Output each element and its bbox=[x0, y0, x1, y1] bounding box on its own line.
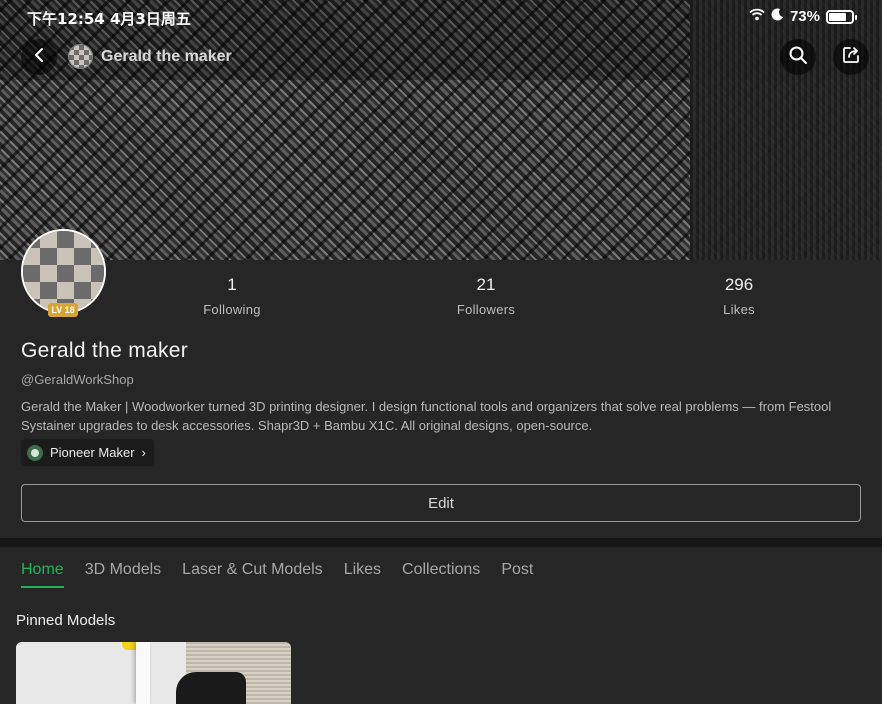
back-button[interactable] bbox=[21, 39, 57, 75]
share-icon bbox=[842, 46, 860, 69]
badge-icon bbox=[27, 444, 43, 461]
profile-banner bbox=[0, 0, 882, 260]
share-button[interactable] bbox=[833, 39, 869, 75]
profile-bio: Gerald the Maker | Woodworker turned 3D … bbox=[21, 399, 832, 433]
level-badge: LV 18 bbox=[48, 303, 78, 317]
nav-title: Gerald the maker bbox=[68, 44, 232, 69]
section-divider bbox=[0, 538, 882, 547]
moon-icon bbox=[771, 8, 784, 25]
wifi-icon bbox=[749, 8, 765, 25]
nav-title-text: Gerald the maker bbox=[101, 47, 232, 65]
profile-handle: @GeraldWorkShop bbox=[21, 372, 134, 387]
nav-avatar bbox=[68, 44, 93, 69]
tab-home[interactable]: Home bbox=[21, 561, 64, 588]
tab-likes[interactable]: Likes bbox=[344, 561, 381, 588]
tab-post[interactable]: Post bbox=[501, 561, 533, 588]
profile-name: Gerald the maker bbox=[21, 339, 189, 362]
edit-profile-button[interactable]: Edit bbox=[21, 484, 861, 522]
stat-label: Followers bbox=[456, 302, 516, 317]
search-button[interactable] bbox=[780, 39, 816, 75]
tab-3d-models[interactable]: 3D Models bbox=[85, 561, 161, 588]
status-time: 下午12:54 4月3日周五 bbox=[27, 10, 191, 28]
pinned-models-title: Pinned Models bbox=[16, 612, 116, 629]
stat-label: Likes bbox=[723, 302, 755, 317]
chevron-left-icon bbox=[33, 47, 45, 68]
pioneer-maker-badge[interactable]: Pioneer Maker › bbox=[21, 439, 154, 466]
stat-value: 1 bbox=[227, 275, 237, 294]
search-icon bbox=[788, 45, 808, 70]
stat-following[interactable]: 1 Following bbox=[172, 275, 292, 317]
badge-label: Pioneer Maker bbox=[50, 445, 135, 460]
stat-followers[interactable]: 21 Followers bbox=[426, 275, 546, 317]
avatar[interactable] bbox=[21, 229, 106, 314]
stat-label: Following bbox=[203, 302, 261, 317]
stat-likes[interactable]: 296 Likes bbox=[679, 275, 799, 317]
status-indicators: 73% bbox=[749, 8, 857, 25]
tab-collections[interactable]: Collections bbox=[402, 561, 480, 588]
tab-laser-cut-models[interactable]: Laser & Cut Models bbox=[182, 561, 323, 588]
battery-percent: 73% bbox=[789, 8, 820, 25]
battery-icon bbox=[826, 9, 857, 24]
pinned-model-card[interactable] bbox=[16, 642, 291, 704]
avatar-image bbox=[23, 231, 104, 312]
profile-tabs: Home 3D Models Laser & Cut Models Likes … bbox=[21, 561, 554, 588]
stat-value: 296 bbox=[724, 275, 754, 294]
stat-value: 21 bbox=[476, 275, 496, 294]
chevron-right-icon: › bbox=[141, 445, 146, 460]
status-bar: 下午12:54 4月3日周五 73% bbox=[0, 0, 882, 34]
